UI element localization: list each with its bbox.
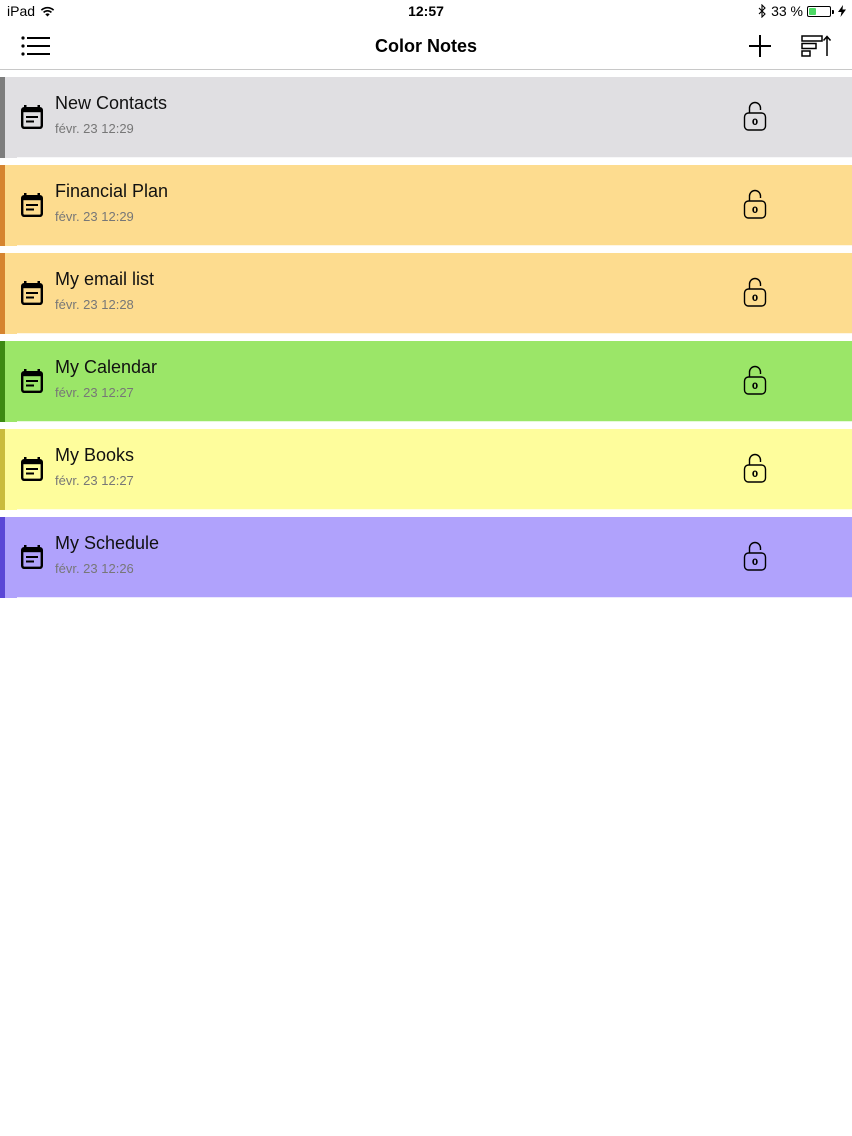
note-date: févr. 23 12:29 xyxy=(55,209,134,224)
note-row[interactable]: My Schedule févr. 23 12:26 0 xyxy=(0,517,852,598)
sort-icon xyxy=(801,35,831,57)
lock-button[interactable]: 0 xyxy=(742,100,768,132)
note-title: My Calendar xyxy=(55,357,158,377)
charging-icon xyxy=(838,5,846,17)
note-date: févr. 23 12:27 xyxy=(55,473,134,488)
lock-count: 0 xyxy=(751,294,759,304)
lock-count: 0 xyxy=(751,470,759,480)
note-title: Financial Plan xyxy=(55,181,169,201)
note-icon xyxy=(21,281,43,305)
lock-button[interactable]: 0 xyxy=(742,540,768,572)
note-row[interactable]: My email list févr. 23 12:28 0 xyxy=(0,253,852,334)
note-title: New Contacts xyxy=(55,93,168,113)
note-row[interactable]: New Contacts févr. 23 12:29 0 xyxy=(0,77,852,158)
lock-count: 0 xyxy=(751,382,759,392)
add-note-button[interactable] xyxy=(744,32,776,60)
lock-button[interactable]: 0 xyxy=(742,276,768,308)
battery-percent: 33 % xyxy=(771,3,803,19)
battery-icon xyxy=(807,5,834,17)
lock-button[interactable]: 0 xyxy=(742,452,768,484)
bluetooth-icon xyxy=(758,4,766,18)
status-time: 12:57 xyxy=(408,3,444,19)
note-icon xyxy=(21,545,43,569)
page-title: Color Notes xyxy=(374,36,477,56)
note-icon xyxy=(21,457,43,481)
note-row[interactable]: My Books févr. 23 12:27 0 xyxy=(0,429,852,510)
lock-button[interactable]: 0 xyxy=(742,364,768,396)
battery-level xyxy=(809,7,817,15)
lock-count: 0 xyxy=(751,558,759,568)
note-date: févr. 23 12:26 xyxy=(55,561,134,576)
nav-bar: Color Notes xyxy=(0,24,852,70)
lock-button[interactable]: 0 xyxy=(742,188,768,220)
note-row[interactable]: My Calendar févr. 23 12:27 0 xyxy=(0,341,852,422)
note-icon xyxy=(21,105,43,129)
lock-count: 0 xyxy=(751,206,759,216)
plus-icon xyxy=(749,35,771,57)
note-icon xyxy=(21,193,43,217)
sort-button[interactable] xyxy=(800,32,832,60)
lock-count: 0 xyxy=(751,118,759,128)
status-bar: iPad 12:57 33 % xyxy=(0,0,852,24)
note-list: New Contacts févr. 23 12:29 0 Financial … xyxy=(0,77,852,605)
note-row[interactable]: Financial Plan févr. 23 12:29 0 xyxy=(0,165,852,246)
note-title: My email list xyxy=(55,269,155,289)
note-date: févr. 23 12:28 xyxy=(55,297,134,312)
note-title: My Books xyxy=(55,445,135,465)
note-icon xyxy=(21,369,43,393)
note-title: My Schedule xyxy=(55,533,160,553)
note-date: févr. 23 12:27 xyxy=(55,385,134,400)
note-date: févr. 23 12:29 xyxy=(55,121,134,136)
